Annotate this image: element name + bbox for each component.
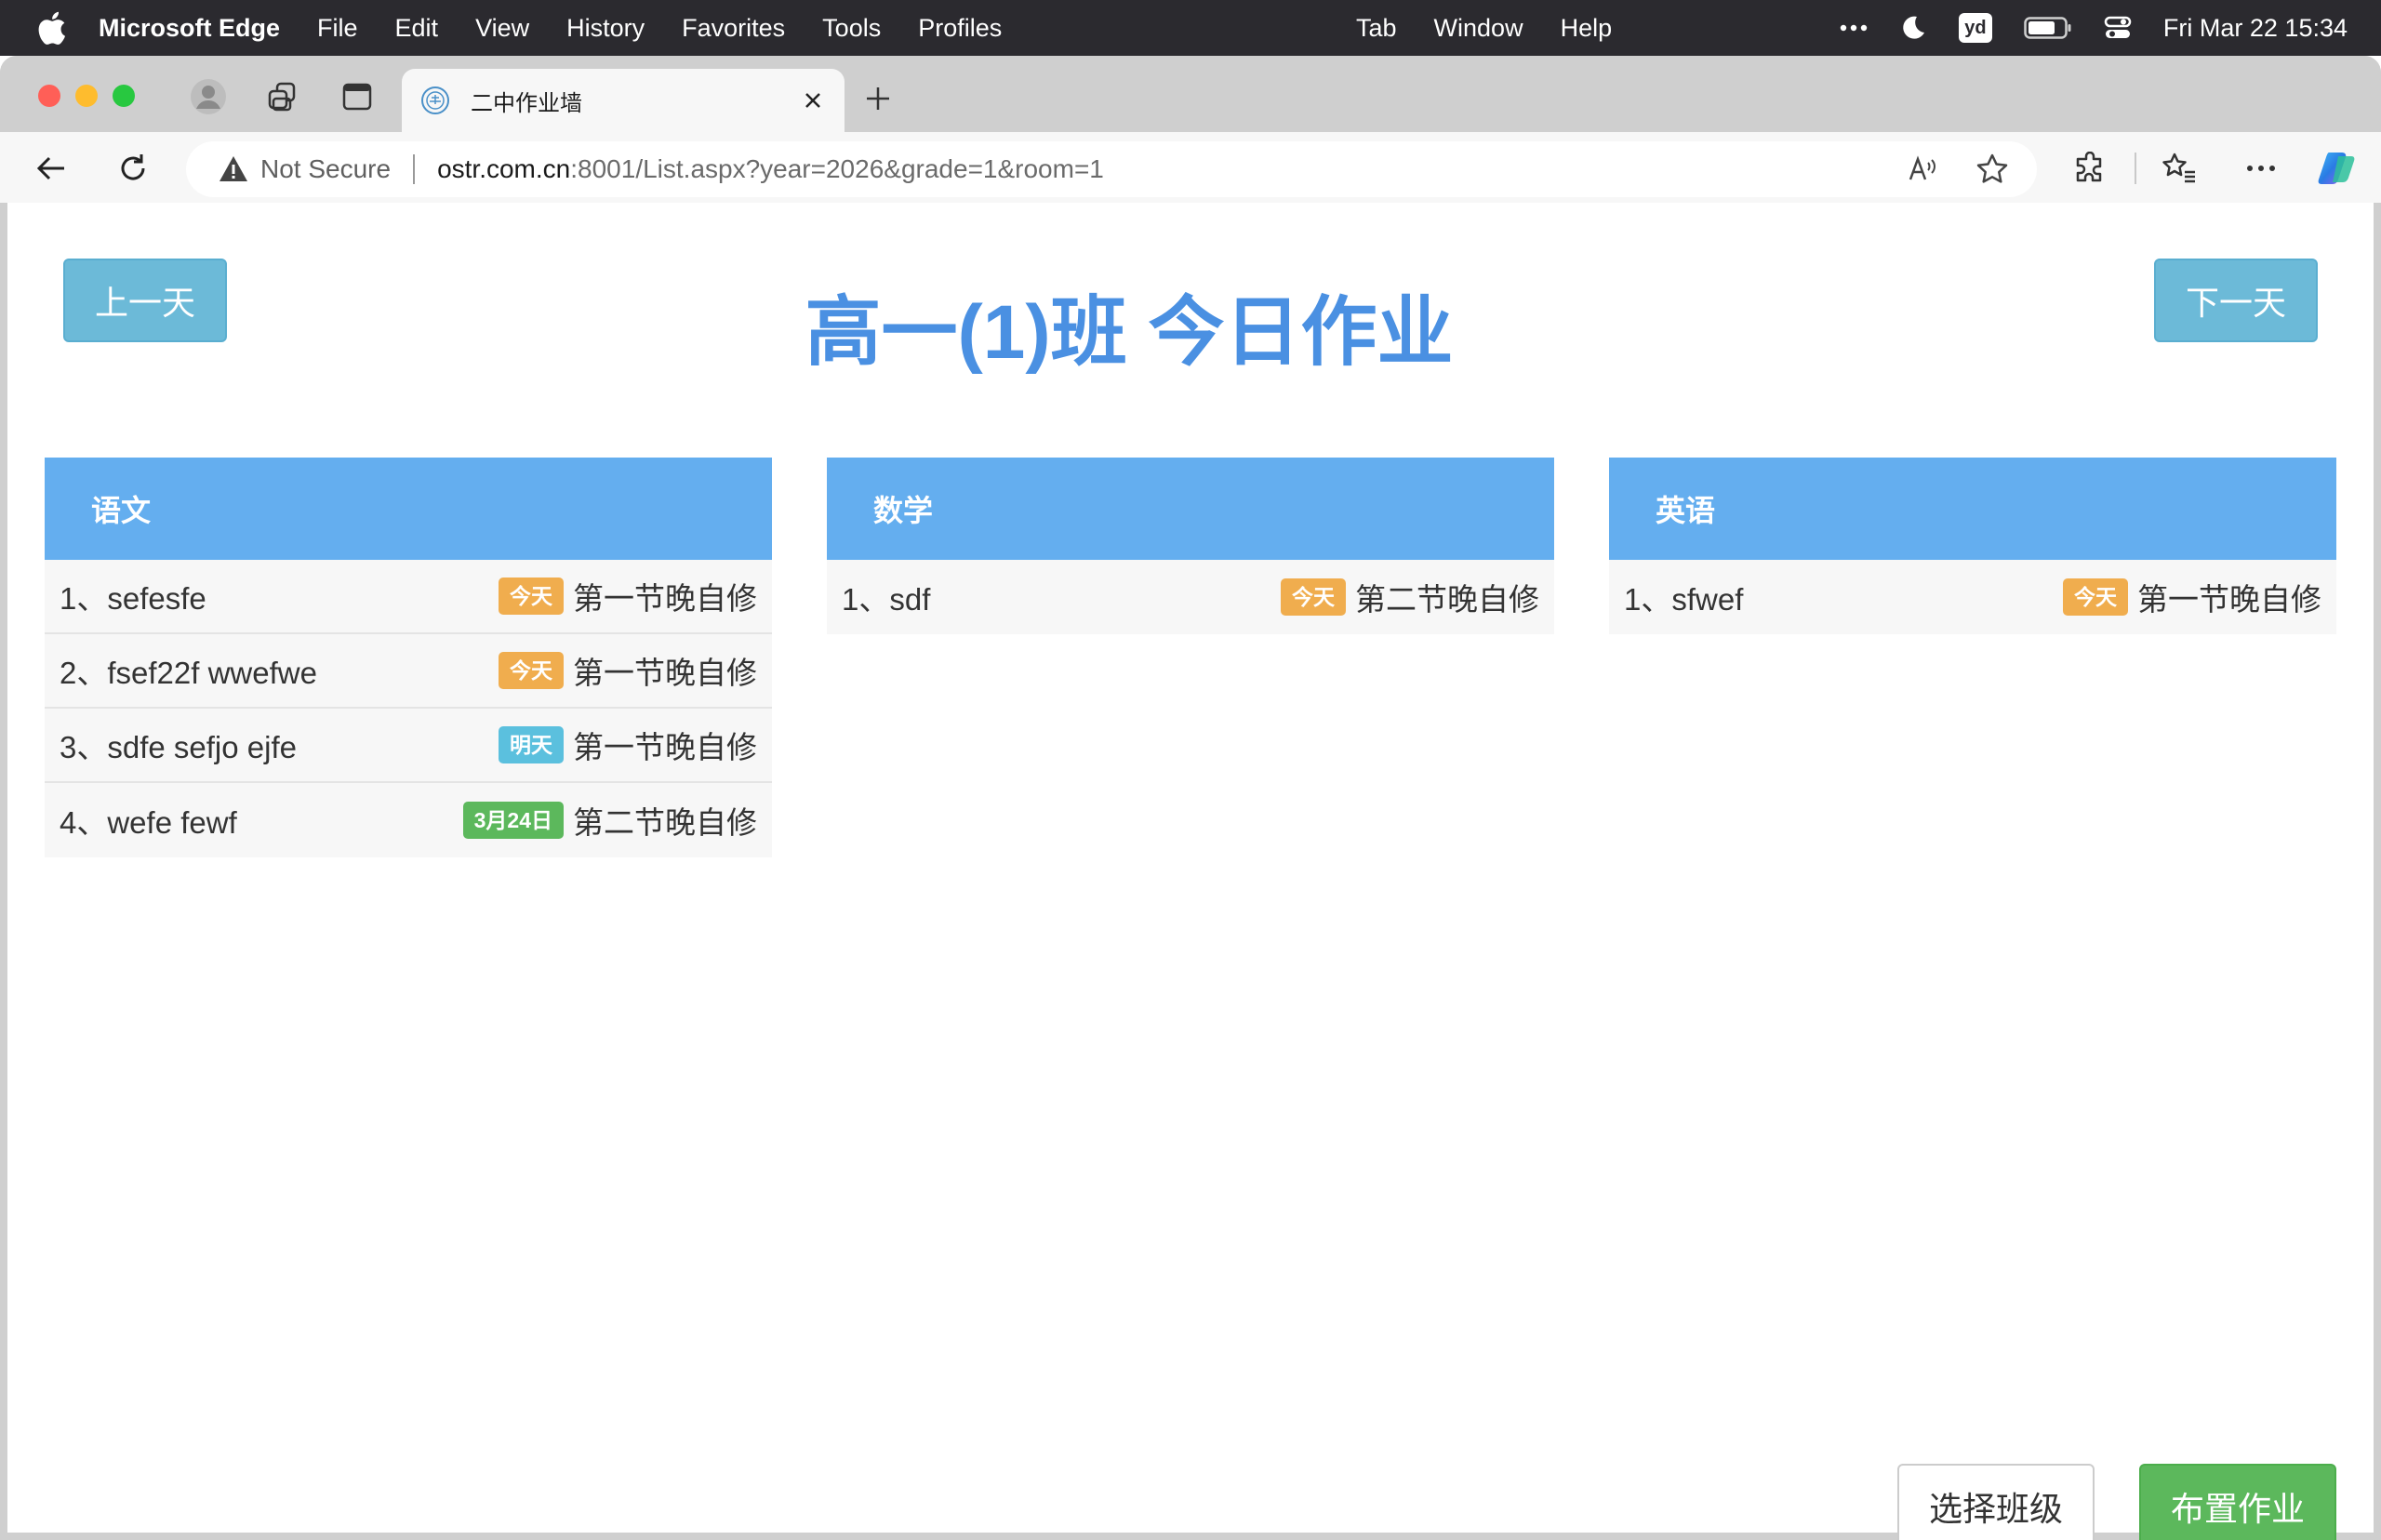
tab-strip: 二中作业墙 bbox=[0, 56, 2381, 132]
menu-file[interactable]: File bbox=[317, 14, 358, 43]
macos-menubar: Microsoft Edge File Edit View History Fa… bbox=[0, 0, 2381, 56]
menu-history[interactable]: History bbox=[566, 14, 645, 43]
subject-header: 英语 bbox=[1609, 458, 2336, 560]
due-badge: 今天 bbox=[499, 652, 564, 689]
menu-window[interactable]: Window bbox=[1434, 14, 1523, 43]
homework-row[interactable]: 1、sfwef 今天 第一节晚自修 bbox=[1609, 560, 2336, 634]
homework-text: 4、wefe fewf bbox=[60, 805, 237, 840]
due-badge: 今天 bbox=[2063, 578, 2128, 616]
menu-tab[interactable]: Tab bbox=[1356, 14, 1397, 43]
due-badge: 今天 bbox=[499, 578, 564, 615]
menu-tools[interactable]: Tools bbox=[822, 14, 881, 43]
subject-header: 语文 bbox=[45, 458, 772, 560]
back-arrow-icon[interactable] bbox=[30, 147, 73, 190]
homework-row[interactable]: 2、fsef22f wwefwe 今天 第一节晚自修 bbox=[45, 634, 772, 709]
menu-edit[interactable]: Edit bbox=[395, 14, 439, 43]
zoom-window-button[interactable] bbox=[113, 85, 135, 107]
select-class-button[interactable]: 选择班级 bbox=[1897, 1464, 2095, 1540]
subject-card-english: 英语 1、sfwef 今天 第一节晚自修 bbox=[1609, 458, 2336, 634]
menu-favorites[interactable]: Favorites bbox=[682, 14, 785, 43]
homework-period: 第一节晚自修 bbox=[573, 581, 757, 616]
web-page: 上一天 高一(1)班 今日作业 下一天 语文 1、sefesfe 今天 第一节晚… bbox=[7, 203, 2374, 1540]
homework-text: 1、sefesfe bbox=[60, 581, 206, 616]
homework-text: 1、sfwef bbox=[1624, 582, 1744, 617]
more-dots-icon[interactable] bbox=[1840, 24, 1868, 32]
new-tab-icon[interactable] bbox=[859, 80, 897, 117]
menubar-center-group: Tab Window Help bbox=[1356, 0, 1649, 56]
homework-row[interactable]: 1、sdf 今天 第二节晚自修 bbox=[827, 560, 1554, 634]
favorite-star-icon[interactable] bbox=[1975, 141, 2009, 197]
toolbar-divider bbox=[2135, 153, 2136, 184]
due-badge: 3月24日 bbox=[462, 802, 564, 839]
copilot-icon[interactable] bbox=[2316, 147, 2359, 190]
homework-period: 第二节晚自修 bbox=[1355, 582, 1539, 617]
url-host[interactable]: ostr.com.cn bbox=[437, 154, 570, 184]
homework-row[interactable]: 3、sdfe sefjo ejfe 明天 第一节晚自修 bbox=[45, 709, 772, 783]
subject-card-math: 数学 1、sdf 今天 第二节晚自修 bbox=[827, 458, 1554, 634]
battery-icon[interactable] bbox=[2024, 16, 2072, 40]
subject-header: 数学 bbox=[827, 458, 1554, 560]
menubar-datetime[interactable]: Fri Mar 22 15:34 bbox=[2163, 14, 2348, 43]
more-options-icon[interactable] bbox=[2240, 147, 2282, 190]
homework-row[interactable]: 4、wefe fewf 3月24日 第二节晚自修 bbox=[45, 783, 772, 857]
homework-period: 第二节晚自修 bbox=[573, 805, 757, 840]
assign-homework-button[interactable]: 布置作业 bbox=[2139, 1464, 2336, 1540]
tab-active[interactable]: 二中作业墙 bbox=[402, 69, 845, 132]
youdao-icon[interactable]: yd bbox=[1958, 13, 1992, 43]
read-aloud-icon[interactable] bbox=[1907, 141, 1938, 197]
menu-view[interactable]: View bbox=[475, 14, 529, 43]
due-badge: 明天 bbox=[499, 726, 564, 763]
menu-profiles[interactable]: Profiles bbox=[918, 14, 1002, 43]
page-title: 高一(1)班 今日作业 bbox=[805, 290, 1454, 375]
address-bar[interactable]: Not Secure ostr.com.cn:8001/List.aspx?ye… bbox=[186, 141, 2037, 197]
close-tab-icon[interactable] bbox=[794, 82, 831, 119]
moon-icon[interactable] bbox=[1899, 14, 1927, 42]
not-secure-label[interactable]: Not Secure bbox=[260, 154, 391, 184]
extensions-icon[interactable] bbox=[2068, 147, 2111, 190]
homework-period: 第一节晚自修 bbox=[573, 656, 757, 690]
menu-app-name[interactable]: Microsoft Edge bbox=[99, 14, 280, 43]
homework-text: 3、sdfe sefjo ejfe bbox=[60, 730, 297, 764]
address-separator bbox=[413, 154, 416, 184]
menu-help[interactable]: Help bbox=[1561, 14, 1613, 43]
minimize-window-button[interactable] bbox=[75, 85, 98, 107]
subject-card-chinese: 语文 1、sefesfe 今天 第一节晚自修 2、fsef22f wwefwe … bbox=[45, 458, 772, 857]
homework-period: 第一节晚自修 bbox=[2137, 582, 2321, 617]
url-path[interactable]: :8001/List.aspx?year=2026&grade=1&room=1 bbox=[570, 154, 1104, 184]
close-window-button[interactable] bbox=[38, 85, 60, 107]
browser-toolbar: Not Secure ostr.com.cn:8001/List.aspx?ye… bbox=[0, 132, 2381, 203]
vertical-tabs-icon[interactable] bbox=[339, 78, 376, 115]
next-day-button[interactable]: 下一天 bbox=[2154, 259, 2318, 342]
favorites-list-icon[interactable] bbox=[2158, 147, 2201, 190]
browser-window: 二中作业墙 Not Secure ostr.com.cn:8001/List.a… bbox=[0, 56, 2381, 1540]
menubar-status-area: yd Fri Mar 22 15:34 bbox=[1840, 0, 2348, 56]
refresh-icon[interactable] bbox=[112, 147, 154, 190]
apple-logo-icon[interactable] bbox=[35, 9, 67, 46]
homework-period: 第一节晚自修 bbox=[573, 730, 757, 764]
workspaces-icon[interactable] bbox=[264, 78, 301, 115]
profile-avatar-icon[interactable] bbox=[190, 78, 227, 115]
warning-triangle-icon[interactable] bbox=[218, 153, 249, 185]
control-center-icon[interactable] bbox=[2104, 14, 2132, 42]
homework-text: 1、sdf bbox=[842, 582, 931, 617]
due-badge: 今天 bbox=[1281, 578, 1346, 616]
homework-text: 2、fsef22f wwefwe bbox=[60, 656, 317, 690]
tab-title: 二中作业墙 bbox=[471, 90, 582, 116]
school-favicon-icon bbox=[421, 86, 449, 114]
homework-row[interactable]: 1、sefesfe 今天 第一节晚自修 bbox=[45, 560, 772, 634]
